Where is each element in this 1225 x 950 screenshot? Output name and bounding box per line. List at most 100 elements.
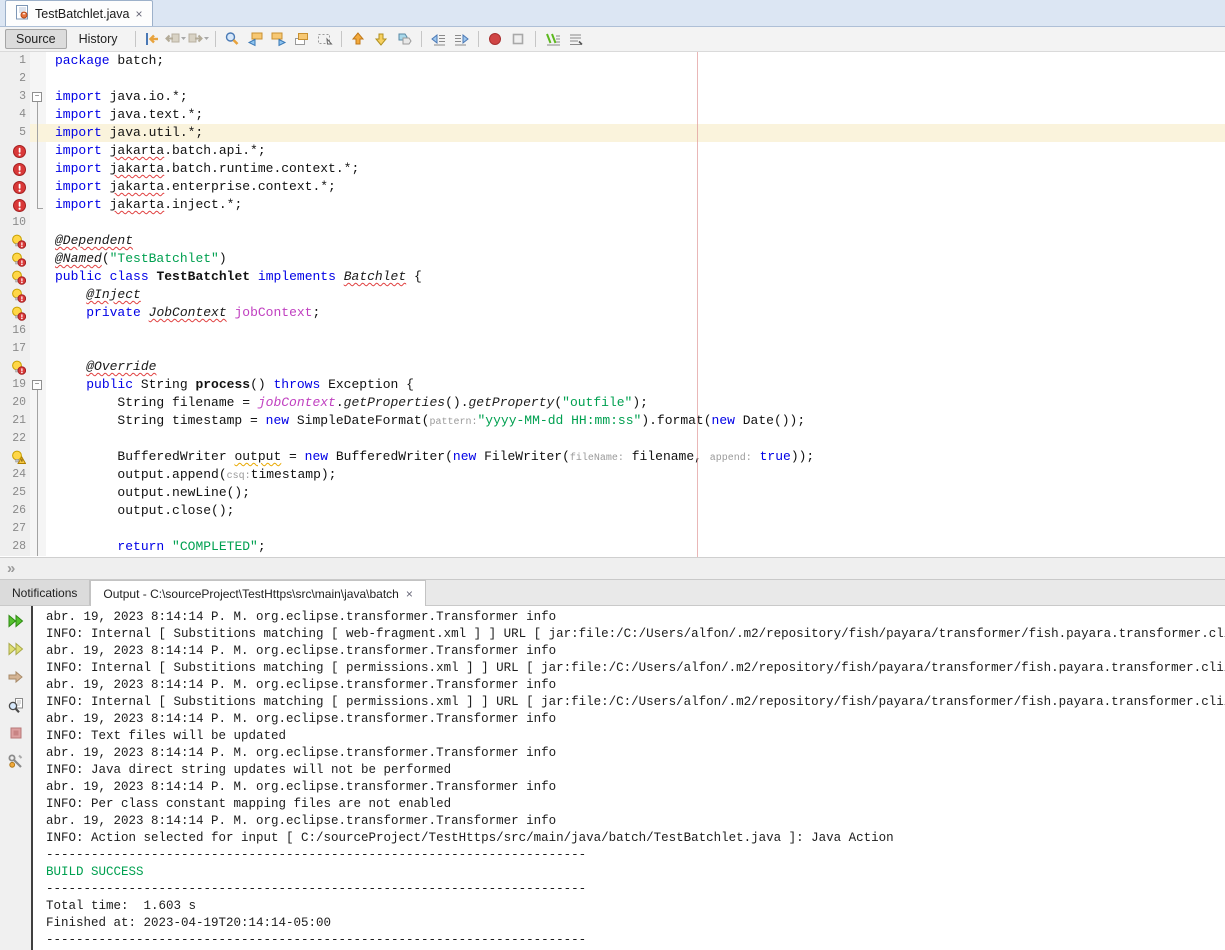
forward-icon[interactable]	[187, 29, 210, 50]
bookmark-up-icon[interactable]	[347, 29, 370, 50]
find-icon[interactable]	[221, 29, 244, 50]
fold-column	[30, 178, 46, 196]
code-line[interactable]: @Named("TestBatchlet")	[0, 250, 1225, 268]
code-line[interactable]: 19− public String process() throws Excep…	[0, 376, 1225, 394]
code-line[interactable]: private JobContext jobContext;	[0, 304, 1225, 322]
code-line[interactable]: import jakarta.batch.runtime.context.*;	[0, 160, 1225, 178]
resume-icon[interactable]	[6, 667, 26, 687]
error-badge-icon[interactable]	[0, 196, 30, 214]
comment-icon[interactable]	[541, 29, 564, 50]
bookmark-down-icon[interactable]	[370, 29, 393, 50]
code-line[interactable]: 17	[0, 340, 1225, 358]
hint-error-icon[interactable]	[0, 358, 30, 376]
code-line[interactable]: @Override	[0, 358, 1225, 376]
fold-toggle-icon[interactable]: −	[32, 380, 42, 390]
code-text: @Override	[46, 358, 1225, 376]
code-line[interactable]: 24 output.append(csq:timestamp);	[0, 466, 1225, 484]
fold-toggle-icon[interactable]: −	[32, 92, 42, 102]
code-line[interactable]: import jakarta.batch.api.*;	[0, 142, 1225, 160]
code-line[interactable]: 22	[0, 430, 1225, 448]
line-number: 19	[0, 376, 30, 394]
code-text: @Inject	[46, 286, 1225, 304]
code-line[interactable]: 20 String filename = jobContext.getPrope…	[0, 394, 1225, 412]
tab-output[interactable]: Output - C:\sourceProject\TestHttps\src\…	[90, 580, 425, 606]
rerun-dim-icon[interactable]	[6, 639, 26, 659]
output-line: abr. 19, 2023 8:14:14 P. M. org.eclipse.…	[46, 677, 1225, 694]
toolbar-separator	[341, 31, 342, 47]
line-number: 26	[0, 502, 30, 520]
code-line[interactable]: 10	[0, 214, 1225, 232]
code-line[interactable]: 27	[0, 520, 1225, 538]
editor-tab-bar: TestBatchlet.java ×	[0, 0, 1225, 27]
code-line[interactable]: import jakarta.inject.*;	[0, 196, 1225, 214]
hint-error-icon[interactable]	[0, 268, 30, 286]
code-line[interactable]: 16	[0, 322, 1225, 340]
notifications-tab-label: Notifications	[12, 586, 77, 600]
fold-column[interactable]: −	[30, 88, 46, 106]
hint-error-icon[interactable]	[0, 232, 30, 250]
code-line[interactable]: import jakarta.enterprise.context.*;	[0, 178, 1225, 196]
settings-icon[interactable]	[6, 751, 26, 771]
output-line: abr. 19, 2023 8:14:14 P. M. org.eclipse.…	[46, 609, 1225, 626]
hint-warning-icon[interactable]	[0, 448, 30, 466]
find-next-icon[interactable]	[267, 29, 290, 50]
output-console[interactable]: abr. 19, 2023 8:14:14 P. M. org.eclipse.…	[33, 606, 1225, 950]
shift-right-icon[interactable]	[450, 29, 473, 50]
line-number: 3	[0, 88, 30, 106]
last-edit-icon[interactable]	[141, 29, 164, 50]
macro-stop-icon[interactable]	[507, 29, 530, 50]
code-line[interactable]: BufferedWriter output = new BufferedWrit…	[0, 448, 1225, 466]
output-line: INFO: Internal [ Substitions matching [ …	[46, 626, 1225, 643]
search-output-icon[interactable]	[6, 695, 26, 715]
fold-column	[30, 430, 46, 448]
editor-tab-close-icon[interactable]: ×	[136, 7, 143, 21]
breadcrumb[interactable]: »	[0, 557, 1225, 580]
code-text: @Named("TestBatchlet")	[46, 250, 1225, 268]
output-line: Total time: 1.603 s	[46, 898, 1225, 915]
stop-icon[interactable]	[6, 723, 26, 743]
error-badge-icon[interactable]	[0, 160, 30, 178]
code-line[interactable]: 28 return "COMPLETED";	[0, 538, 1225, 556]
code-editor[interactable]: 1package batch;23−import java.io.*;4impo…	[0, 52, 1225, 557]
find-prev-icon[interactable]	[244, 29, 267, 50]
hint-error-icon[interactable]	[0, 286, 30, 304]
fold-column	[30, 502, 46, 520]
error-badge-icon[interactable]	[0, 178, 30, 196]
code-line[interactable]: 4import java.text.*;	[0, 106, 1225, 124]
output-line: abr. 19, 2023 8:14:14 P. M. org.eclipse.…	[46, 643, 1225, 660]
code-line[interactable]: 5import java.util.*;	[0, 124, 1225, 142]
error-badge-icon[interactable]	[0, 142, 30, 160]
line-number: 10	[0, 214, 30, 232]
code-text: package batch;	[46, 52, 1225, 70]
shift-left-icon[interactable]	[427, 29, 450, 50]
output-line: abr. 19, 2023 8:14:14 P. M. org.eclipse.…	[46, 813, 1225, 830]
output-tab-close-icon[interactable]: ×	[406, 587, 413, 601]
hint-error-icon[interactable]	[0, 250, 30, 268]
editor-tab-testbatchlet[interactable]: TestBatchlet.java ×	[5, 0, 153, 26]
output-line: INFO: Action selected for input [ C:/sou…	[46, 830, 1225, 847]
back-icon[interactable]	[164, 29, 187, 50]
bottom-tab-bar: Notifications Output - C:\sourceProject\…	[0, 580, 1225, 606]
hint-error-icon[interactable]	[0, 304, 30, 322]
bookmark-toggle-icon[interactable]	[393, 29, 416, 50]
code-line[interactable]: 21 String timestamp = new SimpleDateForm…	[0, 412, 1225, 430]
uncomment-icon[interactable]	[564, 29, 587, 50]
tab-notifications[interactable]: Notifications	[0, 580, 90, 605]
fold-column	[30, 412, 46, 430]
code-line[interactable]: @Dependent	[0, 232, 1225, 250]
code-line[interactable]: public class TestBatchlet implements Bat…	[0, 268, 1225, 286]
code-line[interactable]: 25 output.newLine();	[0, 484, 1225, 502]
fold-column[interactable]: −	[30, 376, 46, 394]
history-view-button[interactable]: History	[69, 30, 128, 48]
rect-select-icon[interactable]	[313, 29, 336, 50]
source-view-button[interactable]: Source	[5, 29, 67, 49]
code-line[interactable]: 2	[0, 70, 1225, 88]
rerun-icon[interactable]	[6, 611, 26, 631]
code-line[interactable]: @Inject	[0, 286, 1225, 304]
code-line[interactable]: 26 output.close();	[0, 502, 1225, 520]
highlight-icon[interactable]	[290, 29, 313, 50]
code-line[interactable]: 1package batch;	[0, 52, 1225, 70]
output-line: INFO: Java direct string updates will no…	[46, 762, 1225, 779]
macro-record-icon[interactable]	[484, 29, 507, 50]
code-line[interactable]: 3−import java.io.*;	[0, 88, 1225, 106]
